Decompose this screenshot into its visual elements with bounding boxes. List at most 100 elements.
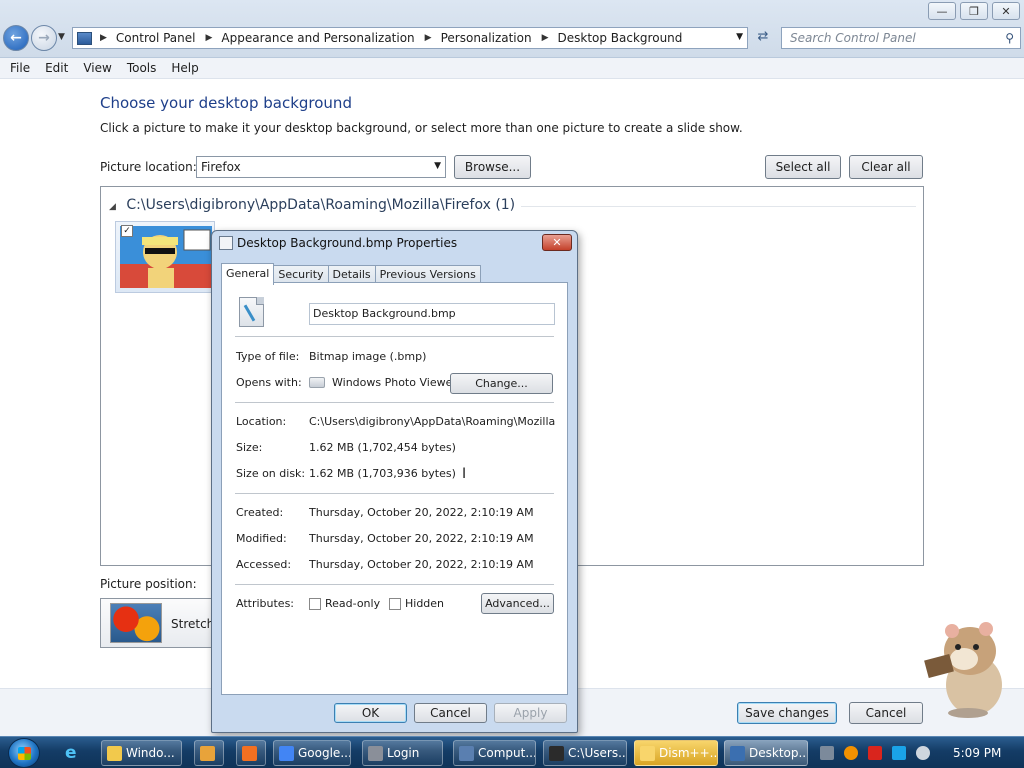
location-label: Location:: [236, 415, 287, 428]
chevron-down-icon: ▼: [434, 161, 441, 171]
menu-view[interactable]: View: [83, 61, 111, 75]
brush-icon: [243, 304, 256, 322]
taskbar-item-label: Desktop...: [749, 746, 808, 760]
menu-file[interactable]: File: [10, 61, 30, 75]
window-controls: — ❐ ✕: [928, 2, 1020, 20]
breadcrumb-appearance[interactable]: Appearance and Personalization: [221, 31, 414, 45]
dialog-title: Desktop Background.bmp Properties: [237, 236, 458, 250]
breadcrumb-control-panel[interactable]: Control Panel: [116, 31, 196, 45]
location-value[interactable]: C:\Users\digibrony\AppData\Roaming\Mozil…: [309, 415, 555, 428]
advanced-button[interactable]: Advanced...: [481, 593, 554, 614]
page-title: Choose your desktop background: [100, 94, 352, 112]
taskbar-item-chrome[interactable]: Google...: [273, 740, 351, 766]
menu-tools[interactable]: Tools: [127, 61, 157, 75]
apply-button[interactable]: Apply: [494, 703, 567, 723]
chrome-icon: [279, 746, 294, 761]
minimize-button[interactable]: —: [928, 2, 956, 20]
select-all-button[interactable]: Select all: [765, 155, 841, 179]
divider: [235, 336, 554, 337]
size-on-disk-label: Size on disk:: [236, 467, 306, 480]
breadcrumb-desktop-background[interactable]: Desktop Background: [558, 31, 683, 45]
hidden-checkbox[interactable]: [389, 598, 401, 610]
created-value: Thursday, October 20, 2022, 2:10:19 AM: [309, 506, 534, 519]
hamster-gadget[interactable]: [924, 615, 1016, 719]
folder-path: C:\Users\digibrony\AppData\Roaming\Mozil…: [126, 197, 516, 213]
taskbar: e Windo... Google... Login Comput... C:\…: [0, 736, 1024, 768]
thumbnail-image: [120, 226, 212, 288]
modified-label: Modified:: [236, 532, 287, 545]
hidden-label[interactable]: Hidden: [405, 597, 444, 610]
cancel-button[interactable]: Cancel: [849, 702, 923, 724]
bitmap-file-icon: [239, 297, 264, 327]
internet-explorer-icon[interactable]: e: [65, 743, 77, 763]
chevron-right-icon: ▶: [424, 33, 432, 43]
size-label: Size:: [236, 441, 263, 454]
size-on-disk-value: 1.62 MB (1,703,936 bytes): [309, 467, 456, 480]
taskbar-item-label: Comput...: [478, 746, 536, 760]
browse-button[interactable]: Browse...: [454, 155, 531, 179]
tray-volume-icon[interactable]: [916, 746, 930, 760]
back-button[interactable]: ←: [3, 25, 29, 51]
read-only-label[interactable]: Read-only: [325, 597, 380, 610]
clear-all-button[interactable]: Clear all: [849, 155, 923, 179]
size-value: 1.62 MB (1,702,454 bytes): [309, 441, 456, 454]
picture-position-value: Stretch: [171, 617, 215, 631]
folder-group-header[interactable]: ◢ C:\Users\digibrony\AppData\Roaming\Moz…: [109, 197, 515, 213]
picture-location-select[interactable]: Firefox ▼: [196, 156, 446, 178]
created-label: Created:: [236, 506, 284, 519]
login-icon: [368, 746, 383, 761]
general-tab-panel: Desktop Background.bmp Type of file: Bit…: [221, 282, 568, 695]
ok-button[interactable]: OK: [334, 703, 407, 723]
taskbar-item-computer[interactable]: Comput...: [453, 740, 536, 766]
tab-general[interactable]: General: [221, 263, 275, 285]
tray-network-icon[interactable]: [892, 746, 906, 760]
accessed-label: Accessed:: [236, 558, 292, 571]
modified-value: Thursday, October 20, 2022, 2:10:19 AM: [309, 532, 534, 545]
forward-button[interactable]: →: [31, 25, 57, 51]
picture-position-label: Picture position:: [100, 577, 197, 591]
collapse-triangle-icon[interactable]: ◢: [109, 202, 116, 212]
dialog-close-button[interactable]: ✕: [542, 234, 572, 251]
menu-help[interactable]: Help: [171, 61, 198, 75]
folder-icon: [107, 746, 122, 761]
attributes-label: Attributes:: [236, 597, 295, 610]
chevron-down-icon[interactable]: ▼: [736, 32, 743, 42]
search-input[interactable]: Search Control Panel ⚲: [781, 27, 1021, 49]
restore-button[interactable]: ❐: [960, 2, 988, 20]
taskbar-item-desktop[interactable]: Desktop...: [724, 740, 808, 766]
clock[interactable]: 5:09 PM: [953, 746, 1001, 760]
start-button[interactable]: [8, 738, 40, 768]
search-placeholder: Search Control Panel: [790, 31, 916, 45]
picture-thumbnail[interactable]: ✓: [115, 221, 215, 293]
change-button[interactable]: Change...: [450, 373, 553, 394]
taskbar-item-login[interactable]: Login: [362, 740, 443, 766]
properties-dialog: Desktop Background.bmp Properties ✕ Gene…: [211, 230, 578, 733]
tray-app-icon[interactable]: [820, 746, 834, 760]
taskbar-item-media-player[interactable]: [194, 740, 224, 766]
accessed-value: Thursday, October 20, 2022, 2:10:19 AM: [309, 558, 534, 571]
search-icon[interactable]: ⚲: [1005, 31, 1014, 45]
dialog-cancel-button[interactable]: Cancel: [414, 703, 487, 723]
filename-input[interactable]: Desktop Background.bmp: [309, 303, 555, 325]
breadcrumb-personalization[interactable]: Personalization: [441, 31, 532, 45]
folder-divider: [521, 206, 916, 207]
type-label: Type of file:: [236, 350, 300, 363]
taskbar-item-windows[interactable]: Windo...: [101, 740, 182, 766]
7zip-icon: [549, 746, 564, 761]
taskbar-item-label: C:\Users...: [568, 746, 627, 760]
address-bar[interactable]: ▶ Control Panel ▶ Appearance and Persona…: [72, 27, 748, 49]
picture-checkbox[interactable]: ✓: [121, 225, 133, 237]
save-changes-button[interactable]: Save changes: [737, 702, 837, 724]
tray-flag-icon[interactable]: [868, 746, 882, 760]
taskbar-item-dism[interactable]: Dism++...: [634, 740, 718, 766]
menu-edit[interactable]: Edit: [45, 61, 68, 75]
read-only-checkbox[interactable]: [309, 598, 321, 610]
tray-search-icon[interactable]: [844, 746, 858, 760]
close-button[interactable]: ✕: [992, 2, 1020, 20]
chevron-right-icon: ▶: [205, 33, 213, 43]
taskbar-item-7zip[interactable]: C:\Users...: [543, 740, 627, 766]
recent-pages-dropdown[interactable]: ▼: [58, 32, 65, 42]
refresh-icon[interactable]: ⇄: [752, 29, 774, 47]
page-description: Click a picture to make it your desktop …: [100, 121, 743, 135]
taskbar-item-app[interactable]: [236, 740, 266, 766]
